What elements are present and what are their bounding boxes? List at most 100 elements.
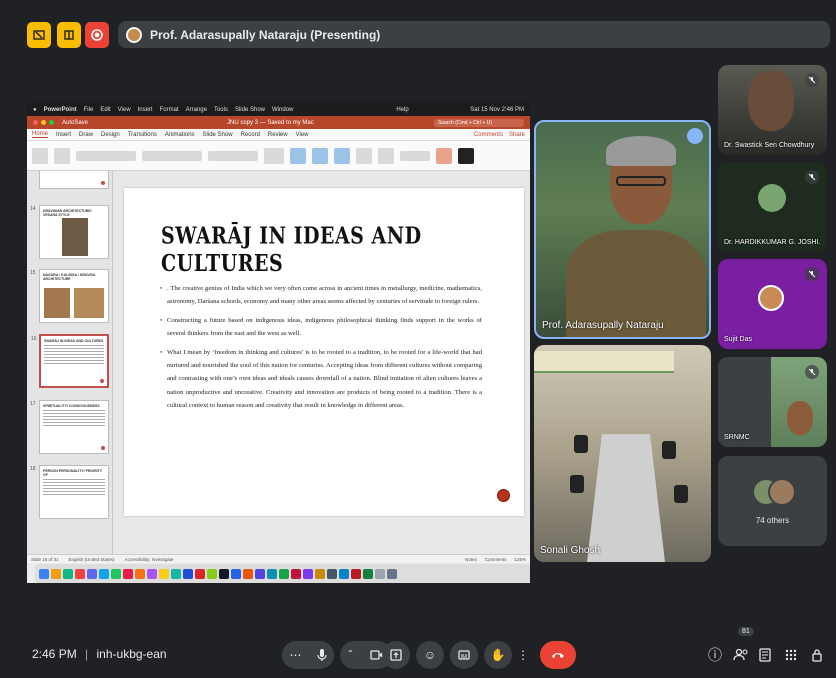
end-call-icon (552, 653, 564, 658)
captions-button[interactable] (450, 641, 478, 669)
slide-counter: Slide 16 of 31 (31, 556, 59, 562)
paste-icon (32, 147, 48, 164)
menu-powerpoint: PowerPoint (43, 106, 77, 113)
mic-off-icon (805, 267, 819, 281)
autosave-label: AutoSave (62, 119, 89, 126)
ribbon-tab-slide-show: Slide Show (202, 131, 233, 138)
meeting-details-button[interactable]: ⓘ (704, 644, 726, 666)
font-selector (76, 150, 136, 161)
others-count: 74 others (755, 516, 790, 525)
meeting-code: inh-ukbg-ean (96, 647, 167, 661)
separator: | (85, 647, 89, 661)
participant-tile[interactable]: Sujit Das (718, 259, 827, 349)
lock-person-icon (812, 649, 822, 662)
room-tile[interactable]: Sonali Ghosh (534, 345, 711, 562)
participant-video (748, 71, 794, 131)
speaker-glasses (616, 176, 666, 186)
mac-menu-bar: ● PowerPoint File Edit View Insert Forma… (27, 103, 530, 116)
leave-call-button[interactable] (540, 641, 576, 669)
text-box-icon (334, 147, 350, 164)
ribbon-tab-view: View (295, 131, 309, 138)
bullet-2: Constructing a future based on indigenou… (160, 314, 482, 341)
participant-name: Dr. Swastick Sen Chowdhury (724, 142, 815, 149)
arrange-icon (356, 147, 372, 164)
slide-thumbnail: 15 NAGARA / KALINGA / DRAVIDA ARCHITECTU… (30, 269, 109, 323)
participant-avatar (758, 184, 786, 212)
chat-icon (759, 648, 771, 662)
room-banner (534, 351, 674, 373)
slide-thumbnail: 18 PERSON PERSONALITY/ PRIORITY OF (30, 465, 109, 519)
activities-button[interactable] (780, 644, 802, 666)
chatgpt-icon (458, 147, 474, 164)
mac-clock: Sat 15 Nov 2:46 PM (470, 106, 524, 113)
add-ins-icon (436, 147, 452, 164)
chair (674, 485, 688, 503)
accessibility-status: Accessibility: Investigate (124, 556, 174, 562)
language-status: English (United States) (68, 556, 115, 562)
menu-format: Format (159, 106, 179, 113)
presenter-avatar (126, 26, 142, 43)
participant-avatar (758, 285, 784, 311)
zoom-level: 125% (514, 556, 526, 562)
slide-thumbnail-selected: 16 SWARĀJ IN IDEAS AND CULTURES (31, 334, 109, 388)
bullet-3: What I mean by ‘freedom in thinking and … (160, 346, 482, 413)
participant-name: SRNMC (724, 434, 750, 441)
quick-styles-icon (378, 147, 394, 164)
current-slide: SWARĀJ IN IDEAS AND CULTURES . The creat… (124, 188, 524, 516)
new-slide-icon (54, 147, 70, 164)
emoji-icon: ☺ (423, 648, 437, 662)
menu-slide-show: Slide Show (234, 106, 265, 113)
paragraph-formatting (208, 150, 258, 161)
mic-off-icon (805, 170, 819, 184)
ribbon-tab-insert: Insert (56, 131, 72, 138)
others-tile[interactable]: 74 others (718, 456, 827, 546)
bottom-bar: 2:46 PM | inh-ukbg-ean ⋯ ˆ ☺ ✋ ⋮ ⓘ 81 (0, 620, 836, 678)
ribbon-tab-record: Record (240, 131, 260, 138)
ppt-search: Search (Cmd + Ctrl + U) (434, 118, 524, 127)
present-to-all-icon[interactable] (27, 22, 51, 48)
window-controls (33, 120, 54, 125)
more-options-button[interactable]: ⋮ (514, 641, 532, 669)
ribbon-tab-transitions: Transitions (127, 131, 157, 138)
mic-off-icon (805, 365, 819, 379)
raise-hand-button[interactable]: ✋ (484, 641, 512, 669)
layout-icon[interactable] (57, 22, 81, 48)
microphone-button[interactable]: ⋯ (282, 641, 334, 669)
slide-decoration (497, 489, 510, 502)
slide-thumbnails: 14 DRAVIDIAN ARCHITECTURE/ VESARA STYLE … (27, 171, 113, 554)
people-button[interactable] (730, 644, 752, 666)
menu-insert: Insert (137, 106, 153, 113)
shapes-icon (312, 147, 328, 164)
hand-icon: ✋ (490, 648, 506, 662)
ribbon-share: Share (508, 131, 525, 138)
chair (662, 441, 676, 459)
speaking-indicator-icon (687, 128, 703, 144)
speaker-tile[interactable]: Prof. Adarasupally Nataraju (534, 120, 711, 339)
participant-tile[interactable]: Dr. HARDIKKUMAR G. JOSHI. (718, 162, 827, 252)
ribbon-tab-animations: Animations (164, 131, 195, 138)
meeting-info: 2:46 PM | inh-ukbg-ean (32, 647, 167, 661)
slide-thumbnail: 17 SPIRITUALITY/ CONSCIOUSNESS (30, 400, 109, 454)
shared-screen[interactable]: ● PowerPoint File Edit View Insert Forma… (27, 103, 530, 583)
slide-bullets: . The creative genius of India which we … (160, 282, 482, 418)
emoji-button[interactable]: ☺ (416, 641, 444, 669)
participant-tile[interactable]: SRNMC (718, 357, 827, 447)
slide-thumbnail (39, 171, 109, 189)
people-icon (733, 648, 748, 661)
stop-recording-icon[interactable] (85, 22, 109, 48)
conference-table (586, 434, 666, 562)
ppt-body: 14 DRAVIDIAN ARCHITECTURE/ VESARA STYLE … (27, 171, 530, 554)
menu-tools: Tools (213, 106, 228, 113)
menu-window: Window (272, 106, 294, 113)
others-avatar (768, 478, 796, 506)
more-vert-icon: ⋮ (517, 648, 529, 662)
slide-canvas: SWARĀJ IN IDEAS AND CULTURES . The creat… (113, 171, 530, 554)
host-controls-button[interactable] (806, 644, 828, 666)
present-screen-button[interactable] (382, 641, 410, 669)
slide-thumbnail: 14 DRAVIDIAN ARCHITECTURE/ VESARA STYLE (30, 205, 109, 259)
ribbon-tab-draw: Draw (79, 131, 94, 138)
chevron-up-icon[interactable]: ˆ (349, 648, 353, 662)
more-audio-options-icon[interactable]: ⋯ (290, 648, 302, 662)
chat-button[interactable] (754, 644, 776, 666)
participant-tile[interactable]: Dr. Swastick Sen Chowdhury (718, 65, 827, 155)
